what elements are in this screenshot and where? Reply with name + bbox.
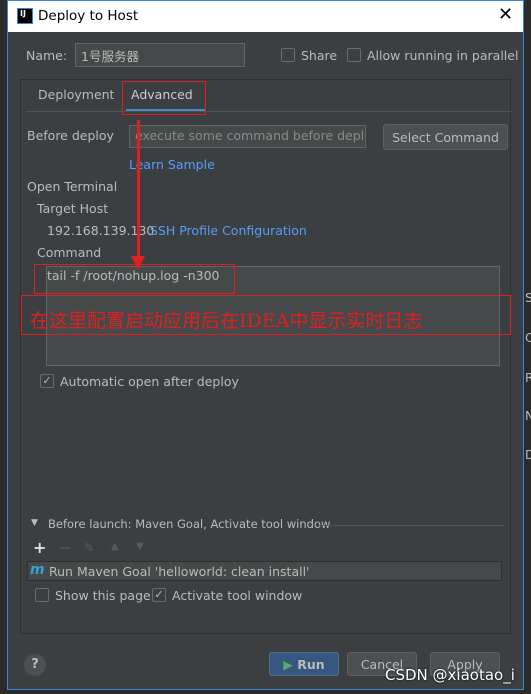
learn-sample-link[interactable]: Learn Sample [129, 157, 215, 172]
before-deploy-label: Before deploy [27, 128, 114, 143]
auto-open-checkbox[interactable]: ✓ [40, 374, 54, 388]
annotation-arrow [137, 120, 140, 260]
deploy-dialog: IJ Deploy to Host ✕ Name: 1号服务器 Share Al… [7, 0, 524, 690]
arrow-head-icon [131, 256, 145, 270]
run-icon: ▶ [283, 657, 293, 672]
run-button[interactable]: ▶ Run [269, 652, 339, 676]
title-bar: IJ Deploy to Host ✕ [8, 1, 523, 32]
annotation-text: 在这里配置启动应用后在IDEA中显示实时日志 [30, 310, 423, 332]
activate-label: Activate tool window [172, 588, 303, 603]
help-button[interactable]: ? [24, 654, 46, 676]
tab-divider [26, 111, 512, 112]
parallel-label: Allow running in parallel [367, 48, 519, 63]
tab-deployment[interactable]: Deployment [38, 87, 114, 102]
tab-highlight [122, 81, 206, 115]
select-command-button[interactable]: Select Command [383, 124, 508, 150]
auto-open-label: Automatic open after deploy [60, 374, 239, 389]
maven-icon: m [30, 562, 45, 578]
parallel-checkbox[interactable] [347, 48, 361, 62]
background-letter: D [525, 447, 531, 462]
show-page-label: Show this page [55, 588, 151, 603]
header-divider [318, 525, 504, 526]
settings-panel: Deployment Advanced Before deploy execut… [20, 79, 512, 634]
show-page-checkbox[interactable] [35, 588, 49, 602]
close-icon[interactable]: ✕ [498, 4, 513, 25]
window-title: Deploy to Host [38, 8, 139, 24]
background-letter: S [525, 290, 531, 305]
edit-icon[interactable]: ✎ [84, 540, 94, 555]
add-icon[interactable]: + [33, 538, 46, 557]
remove-icon[interactable]: − [59, 538, 72, 557]
ssh-profile-link[interactable]: SSH Profile Configuration [150, 223, 307, 238]
run-label: Run [297, 657, 325, 672]
background-letter: C [525, 330, 531, 345]
move-up-icon[interactable]: ▲ [111, 541, 119, 552]
open-terminal-label: Open Terminal [27, 179, 118, 194]
before-launch-header: Before launch: Maven Goal, Activate tool… [48, 517, 331, 531]
move-down-icon[interactable]: ▼ [136, 541, 144, 552]
activate-checkbox[interactable]: ✓ [152, 588, 166, 602]
background-letter: R [525, 370, 531, 385]
name-input[interactable]: 1号服务器 [75, 43, 245, 67]
watermark: CSDN @xiaotao_i [385, 666, 515, 684]
task-label: Run Maven Goal 'helloworld: clean instal… [49, 564, 310, 579]
intellij-logo-icon: IJ [17, 8, 33, 24]
before-deploy-input[interactable]: execute some command before deploy [129, 125, 366, 148]
share-checkbox[interactable] [281, 48, 295, 62]
command-label: Command [37, 245, 102, 260]
collapse-triangle-icon[interactable]: ▼ [31, 518, 38, 528]
background-letter: N [525, 408, 531, 423]
target-host-label: Target Host [37, 201, 109, 216]
share-label: Share [301, 48, 338, 63]
name-label: Name: [26, 48, 68, 63]
